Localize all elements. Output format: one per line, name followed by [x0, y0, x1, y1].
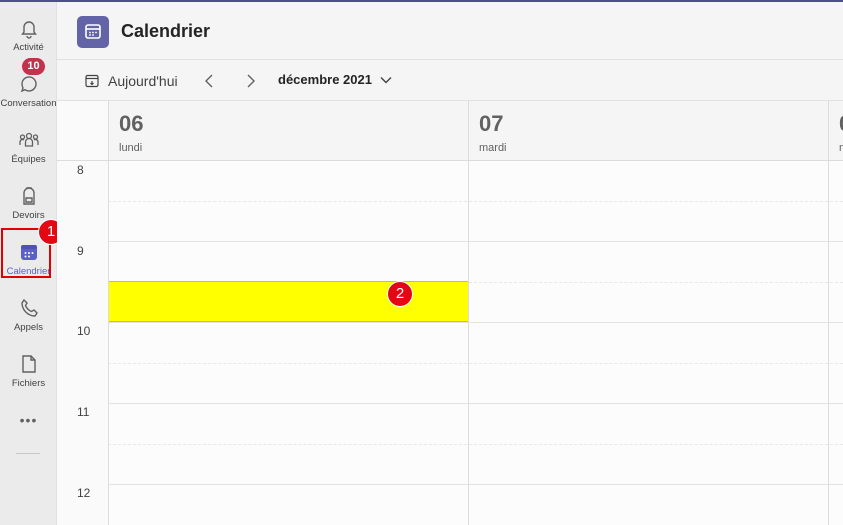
rail-item-label: Appels — [13, 322, 44, 333]
day-name: lundi — [119, 142, 143, 154]
chevron-down-icon — [380, 76, 392, 83]
notification-badge: 10 — [22, 58, 45, 75]
time-gutter: 8 9 10 11 12 — [57, 161, 108, 525]
rail-item-activity[interactable]: Activité — [0, 8, 57, 62]
more-apps-button[interactable]: ••• — [0, 412, 57, 436]
hour-label: 11 — [77, 405, 90, 419]
day-header-monday[interactable]: 06 lundi — [108, 101, 468, 160]
calendar-week-view: 06 lundi 07 mardi 0 m 8 9 10 11 12 — [57, 101, 843, 525]
rail-item-label: Équipes — [11, 154, 46, 165]
day-column-divider — [468, 161, 469, 525]
hour-label: 10 — [77, 324, 91, 338]
month-picker[interactable]: décembre 2021 — [278, 72, 392, 87]
day-header-wednesday[interactable]: 0 m — [828, 101, 843, 160]
month-label: décembre 2021 — [278, 72, 372, 87]
day-name: mardi — [479, 142, 507, 154]
previous-week-button[interactable] — [199, 70, 219, 92]
rail-item-teams[interactable]: Équipes — [0, 120, 57, 174]
teams-icon — [18, 132, 39, 147]
phone-icon — [20, 298, 38, 317]
hour-label: 8 — [77, 163, 84, 177]
chat-icon — [20, 76, 37, 93]
hour-line — [108, 241, 843, 242]
page-title: Calendrier — [121, 21, 211, 41]
day-name: m — [839, 142, 843, 154]
hour-label: 9 — [77, 244, 84, 258]
rail-item-label: Conversation — [0, 98, 57, 109]
rail-item-label: Fichiers — [11, 378, 46, 389]
calendar-toolbar: Aujourd'hui décembre 2021 — [57, 60, 843, 101]
day-column-divider — [828, 161, 829, 525]
next-week-button[interactable] — [241, 70, 261, 92]
rail-divider — [16, 453, 40, 454]
annotation-step-2: 2 — [387, 281, 413, 307]
half-hour-line — [108, 201, 843, 202]
today-label: Aujourd'hui — [108, 73, 178, 89]
time-grid[interactable] — [108, 161, 843, 525]
today-button[interactable]: Aujourd'hui — [84, 71, 178, 91]
rail-item-calls[interactable]: Appels — [0, 288, 57, 342]
selected-time-slot[interactable] — [109, 281, 468, 322]
rail-item-files[interactable]: Fichiers — [0, 344, 57, 398]
chevron-left-icon — [205, 74, 213, 88]
hour-line — [108, 484, 843, 485]
calendar-app-icon — [77, 16, 109, 48]
day-number: 07 — [479, 111, 504, 136]
backpack-icon — [22, 187, 35, 205]
hour-line — [108, 403, 843, 404]
hour-line — [108, 322, 843, 323]
file-icon — [21, 355, 36, 373]
app-header: Calendrier — [57, 2, 843, 60]
rail-item-label: Activité — [13, 42, 44, 53]
bell-icon — [20, 21, 37, 39]
calendar-today-icon — [85, 74, 99, 88]
day-header-tuesday[interactable]: 07 mardi — [468, 101, 828, 160]
day-number: 0 — [839, 111, 843, 137]
day-number: 06 — [119, 111, 144, 136]
chevron-right-icon — [247, 74, 255, 88]
day-column-divider — [108, 161, 109, 525]
half-hour-line — [108, 363, 843, 364]
hour-label: 12 — [77, 486, 91, 500]
half-hour-line — [108, 444, 843, 445]
